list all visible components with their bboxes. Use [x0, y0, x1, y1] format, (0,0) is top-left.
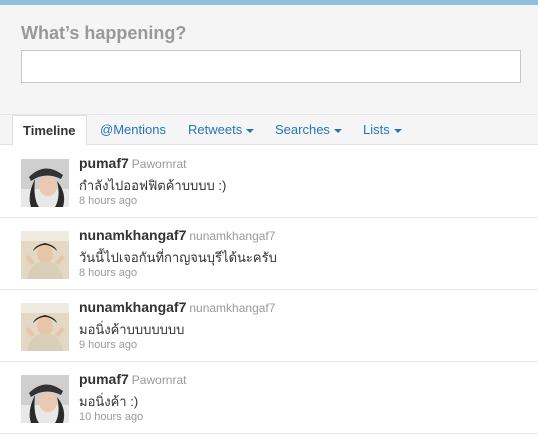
tweet-list: pumaf7 Pawornrat กำลังไปออฟฟิตค้าบบบบ :) …	[0, 146, 538, 434]
tweet-text: มอนิ่งค้า :)	[79, 394, 139, 409]
avatar[interactable]	[21, 159, 69, 207]
avatar-image	[21, 303, 69, 351]
avatar[interactable]	[21, 303, 69, 351]
tweet-text: วันนี้ไปเจอกันที่กาญจนบุรีได้นะครับ	[79, 250, 277, 265]
real-name: Pawornrat	[131, 157, 187, 171]
avatar[interactable]	[21, 375, 69, 423]
chevron-down-icon	[246, 128, 255, 133]
screen-name-link[interactable]: nunamkhangaf7	[79, 299, 186, 315]
tab-retweets[interactable]: Retweets	[188, 115, 255, 145]
tweet-timestamp-link[interactable]: 9 hours ago	[79, 339, 137, 351]
tweet-timestamp-link[interactable]: 10 hours ago	[79, 411, 143, 423]
timeline-tabs: Timeline @Mentions Retweets Searches Lis…	[0, 115, 538, 146]
screen-name-link[interactable]: pumaf7	[79, 155, 129, 171]
tab-lists-label: Lists	[363, 122, 390, 137]
tweet-timestamp-link[interactable]: 8 hours ago	[79, 195, 137, 207]
tweet-item: pumaf7 Pawornrat มอนิ่งค้า :) 10 hours ag…	[0, 362, 538, 434]
tab-mentions-label: @Mentions	[100, 122, 166, 137]
tweet-item: nunamkhangaf7 nunamkhangaf7 มอนิ่งค้าบบบบ…	[0, 290, 538, 362]
tab-lists[interactable]: Lists	[363, 115, 402, 145]
tweet-item: pumaf7 Pawornrat กำลังไปออฟฟิตค้าบบบบ :) …	[0, 146, 538, 218]
tweet-item: nunamkhangaf7 nunamkhangaf7 วันนี้ไปเจอกั…	[0, 218, 538, 290]
tab-searches-label: Searches	[275, 122, 330, 137]
tab-mentions[interactable]: @Mentions	[100, 115, 166, 145]
avatar-image	[21, 375, 69, 423]
avatar-image	[21, 159, 69, 207]
tab-retweets-label: Retweets	[188, 122, 243, 137]
tweet-text: มอนิ่งค้าบบบบบบบ	[79, 322, 185, 337]
tweet-header: nunamkhangaf7 nunamkhangaf7	[79, 227, 275, 243]
real-name: nunamkhangaf7	[189, 301, 276, 315]
tweet-header: pumaf7 Pawornrat	[79, 155, 187, 171]
real-name: nunamkhangaf7	[189, 229, 276, 243]
screen-name-link[interactable]: nunamkhangaf7	[79, 227, 186, 243]
tab-timeline[interactable]: Timeline	[12, 115, 87, 146]
tweet-input[interactable]	[21, 50, 521, 83]
tweet-header: nunamkhangaf7 nunamkhangaf7	[79, 299, 275, 315]
real-name: Pawornrat	[131, 373, 187, 387]
tab-timeline-label: Timeline	[23, 123, 76, 138]
chevron-down-icon	[393, 128, 402, 133]
tweet-timestamp-link[interactable]: 8 hours ago	[79, 267, 137, 279]
screen-name-link[interactable]: pumaf7	[79, 371, 129, 387]
avatar[interactable]	[21, 231, 69, 279]
tweet-text: กำลังไปออฟฟิตค้าบบบบ :)	[79, 178, 227, 193]
composer-title: What’s happening?	[21, 23, 187, 43]
tab-searches[interactable]: Searches	[275, 115, 342, 145]
tweet-header: pumaf7 Pawornrat	[79, 371, 187, 387]
avatar-image	[21, 231, 69, 279]
tweet-composer: What’s happening?	[0, 5, 538, 115]
chevron-down-icon	[333, 128, 342, 133]
